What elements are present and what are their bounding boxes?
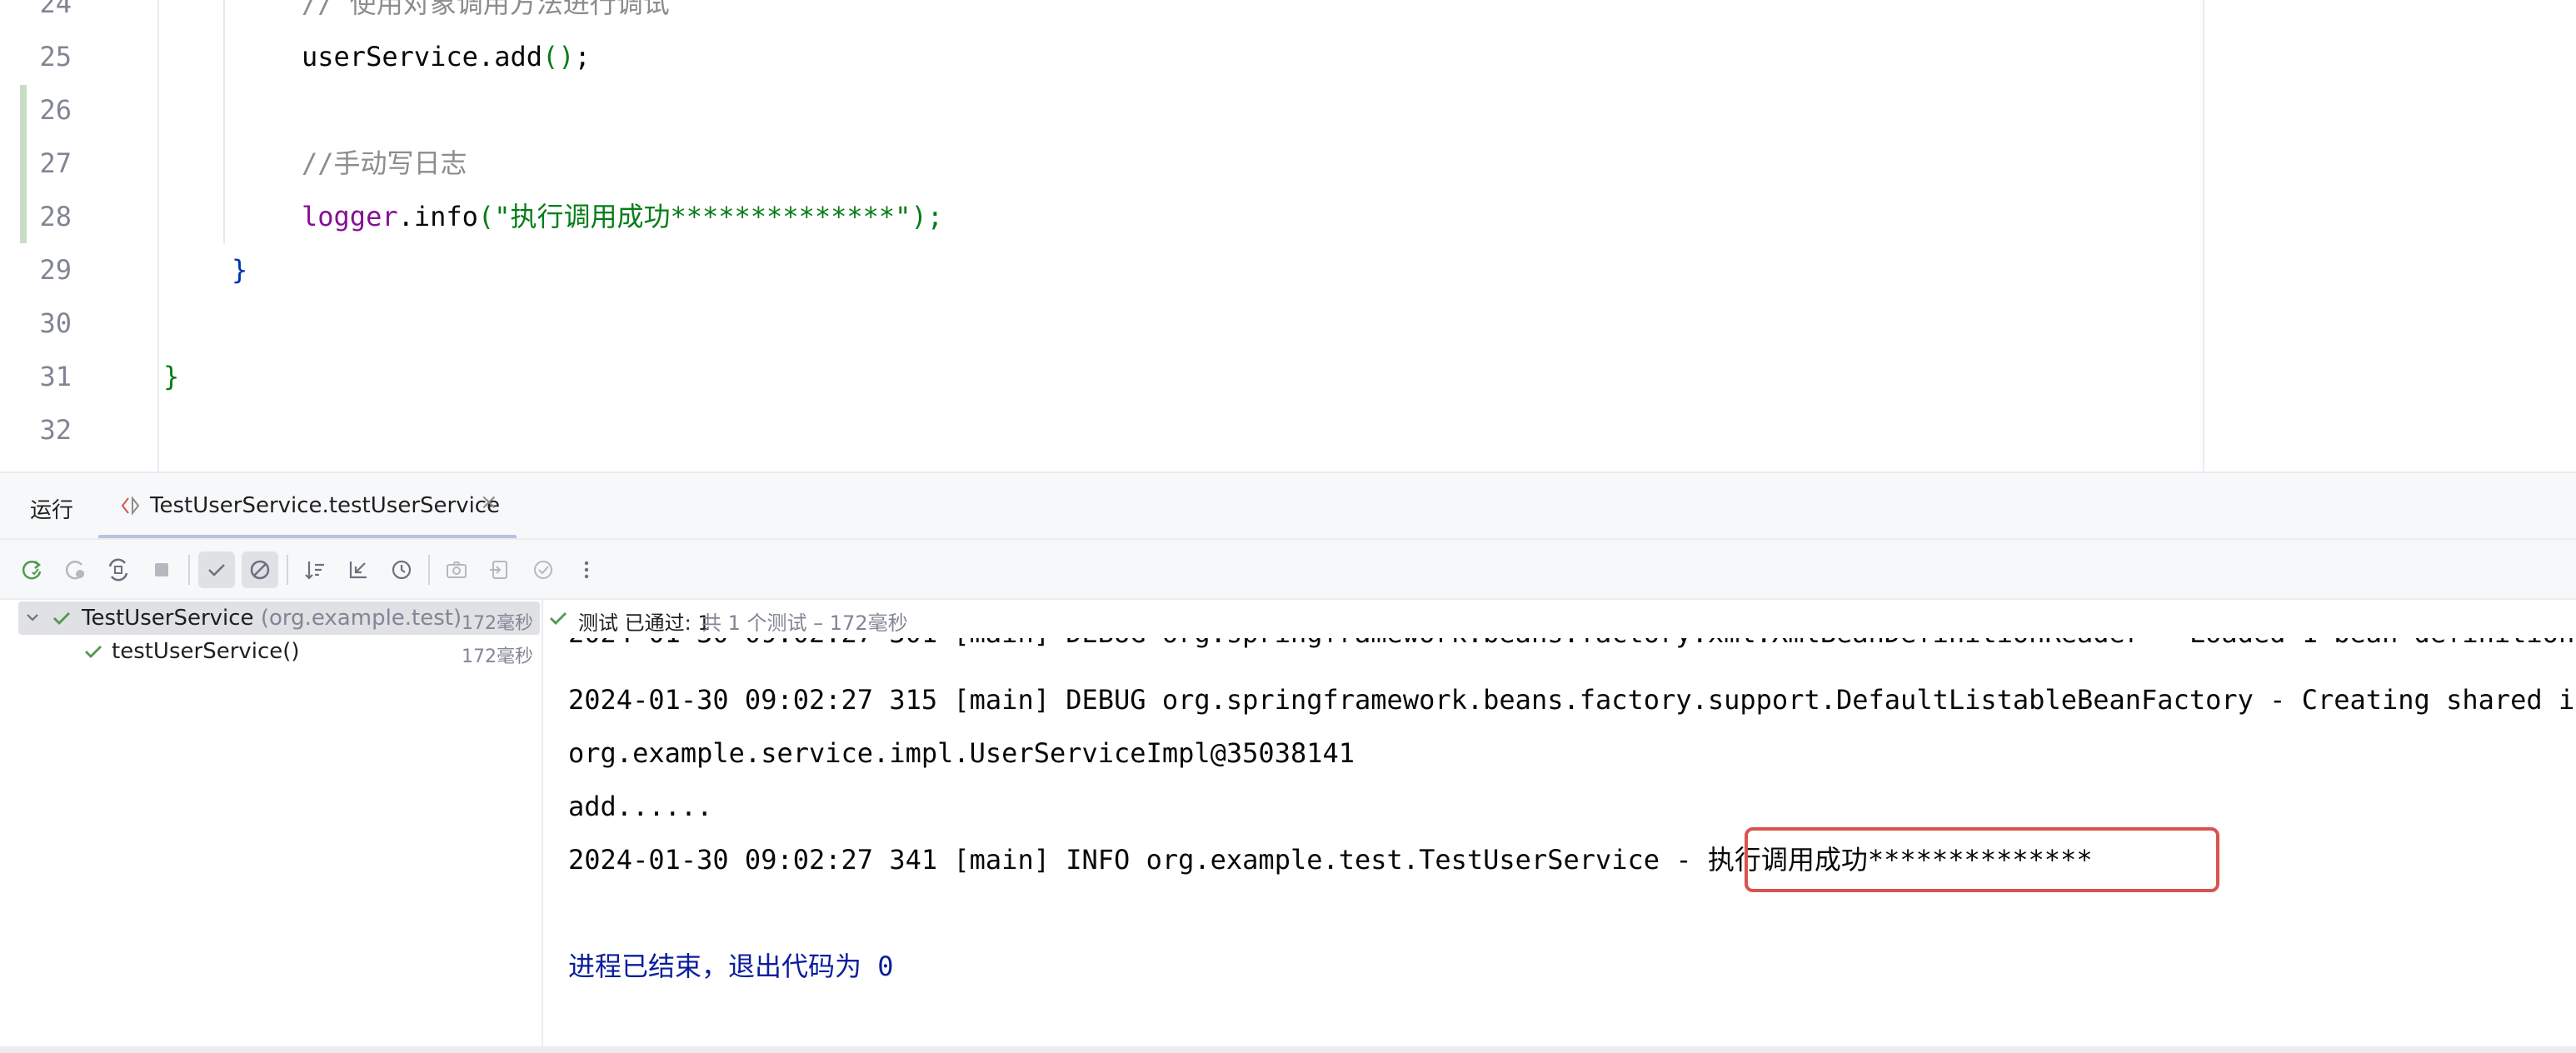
line-number: 24	[39, 0, 72, 19]
stop-icon[interactable]	[143, 551, 180, 588]
show-passed-icon[interactable]	[198, 551, 235, 588]
status-bar-edge	[0, 1046, 2576, 1053]
gutter-divider	[157, 0, 159, 472]
line-number-gutter: 24 25 26 27 28 29 30 31 32	[0, 0, 158, 472]
suite-package: (org.example.test)	[260, 606, 462, 631]
suite-label: TestUserService (org.example.test)	[82, 606, 462, 631]
line-number: 30	[39, 307, 72, 339]
rerun-icon[interactable]	[13, 551, 50, 588]
screenshot-icon[interactable]	[438, 551, 475, 588]
code-token: ()	[542, 41, 575, 72]
test-status-bar: 测试 已通过: 1 共 1 个测试 – 172毫秒	[543, 600, 2576, 638]
indent-guide	[223, 0, 225, 243]
line-number: 32	[39, 414, 72, 446]
check-icon	[82, 640, 105, 663]
toolbar-separator	[188, 555, 190, 585]
test-status-detail: 共 1 个测试 – 172毫秒	[701, 611, 908, 635]
line-number: 26	[39, 94, 72, 126]
test-status-label: 测试 已通过: 1	[578, 611, 711, 635]
rerun-failed-icon[interactable]	[57, 551, 93, 588]
code-token: .	[477, 41, 495, 72]
code-brace: }	[232, 254, 248, 286]
tab-run-configuration[interactable]: TestUserService.testUserService ×	[98, 473, 517, 540]
line-number: 27	[39, 147, 72, 179]
code-token: );	[911, 201, 943, 232]
line-number: 29	[39, 254, 72, 286]
code-line-25: userService.add();	[302, 30, 591, 83]
more-icon[interactable]	[568, 551, 605, 588]
console-output[interactable]: 2024-01-30 09:02:27 301 [main] DEBUG org…	[543, 600, 2576, 1053]
code-token: add	[494, 41, 542, 72]
console-line: org.example.service.impl.UserServiceImpl…	[568, 737, 1355, 769]
test-time: 172毫秒	[462, 646, 533, 667]
tab-label: TestUserService.testUserService	[150, 493, 501, 518]
run-window-title: 运行	[30, 498, 74, 523]
code-brace: }	[163, 361, 180, 392]
history-icon[interactable]	[383, 551, 420, 588]
suite-name: TestUserService	[82, 606, 254, 631]
show-ignored-icon[interactable]	[242, 551, 278, 588]
code-comment: // 使用对象调用方法进行调试	[302, 0, 670, 19]
code-comment: //手动写日志	[302, 147, 467, 179]
toolbar-separator	[428, 555, 430, 585]
code-token: ;	[574, 41, 591, 72]
console-line: 2024-01-30 09:02:27 315 [main] DEBUG org…	[568, 684, 2576, 716]
toggle-auto-test-icon[interactable]	[100, 551, 137, 588]
chevron-down-icon[interactable]	[22, 606, 43, 628]
test-name: testUserService()	[112, 639, 300, 664]
toolbar-separator	[287, 555, 288, 585]
sort-icon[interactable]	[297, 551, 333, 588]
collapse-icon[interactable]	[340, 551, 377, 588]
code-token: logger	[302, 201, 398, 232]
check-icon	[50, 606, 73, 630]
suite-time: 172毫秒	[462, 613, 533, 634]
tree-item-test[interactable]: testUserService() 172毫秒	[18, 635, 540, 668]
code-editor[interactable]: 24 25 26 27 28 29 30 31 32 // 使用对象调用方法进行…	[0, 0, 2576, 472]
run-toolbar	[0, 538, 2576, 600]
annotation-highlight-box	[1745, 827, 2219, 892]
test-config-icon	[118, 493, 143, 518]
import-icon[interactable]	[525, 551, 562, 588]
line-number: 25	[39, 41, 72, 72]
right-margin-guide	[2203, 0, 2204, 472]
code-token: .info	[397, 201, 478, 232]
check-icon	[547, 606, 570, 630]
close-icon[interactable]: ×	[480, 490, 498, 515]
run-tool-window-header: 运行 TestUserService.testUserService ×	[0, 472, 2576, 540]
code-token: (	[477, 201, 495, 232]
export-icon[interactable]	[482, 551, 518, 588]
code-string: "执行调用成功**************"	[494, 201, 911, 232]
process-exit-message: 进程已结束，退出代码为 0	[568, 951, 894, 982]
line-number: 28	[39, 201, 72, 232]
code-token: userService	[302, 41, 478, 72]
code-line-28: logger.info("执行调用成功**************");	[302, 190, 943, 243]
test-results-tree[interactable]: TestUserService (org.example.test) 172毫秒…	[0, 600, 543, 1053]
vcs-change-marker[interactable]	[20, 85, 27, 243]
line-number: 31	[39, 361, 72, 392]
tree-item-suite[interactable]: TestUserService (org.example.test) 172毫秒	[18, 601, 540, 635]
console-line: add......	[568, 791, 713, 822]
